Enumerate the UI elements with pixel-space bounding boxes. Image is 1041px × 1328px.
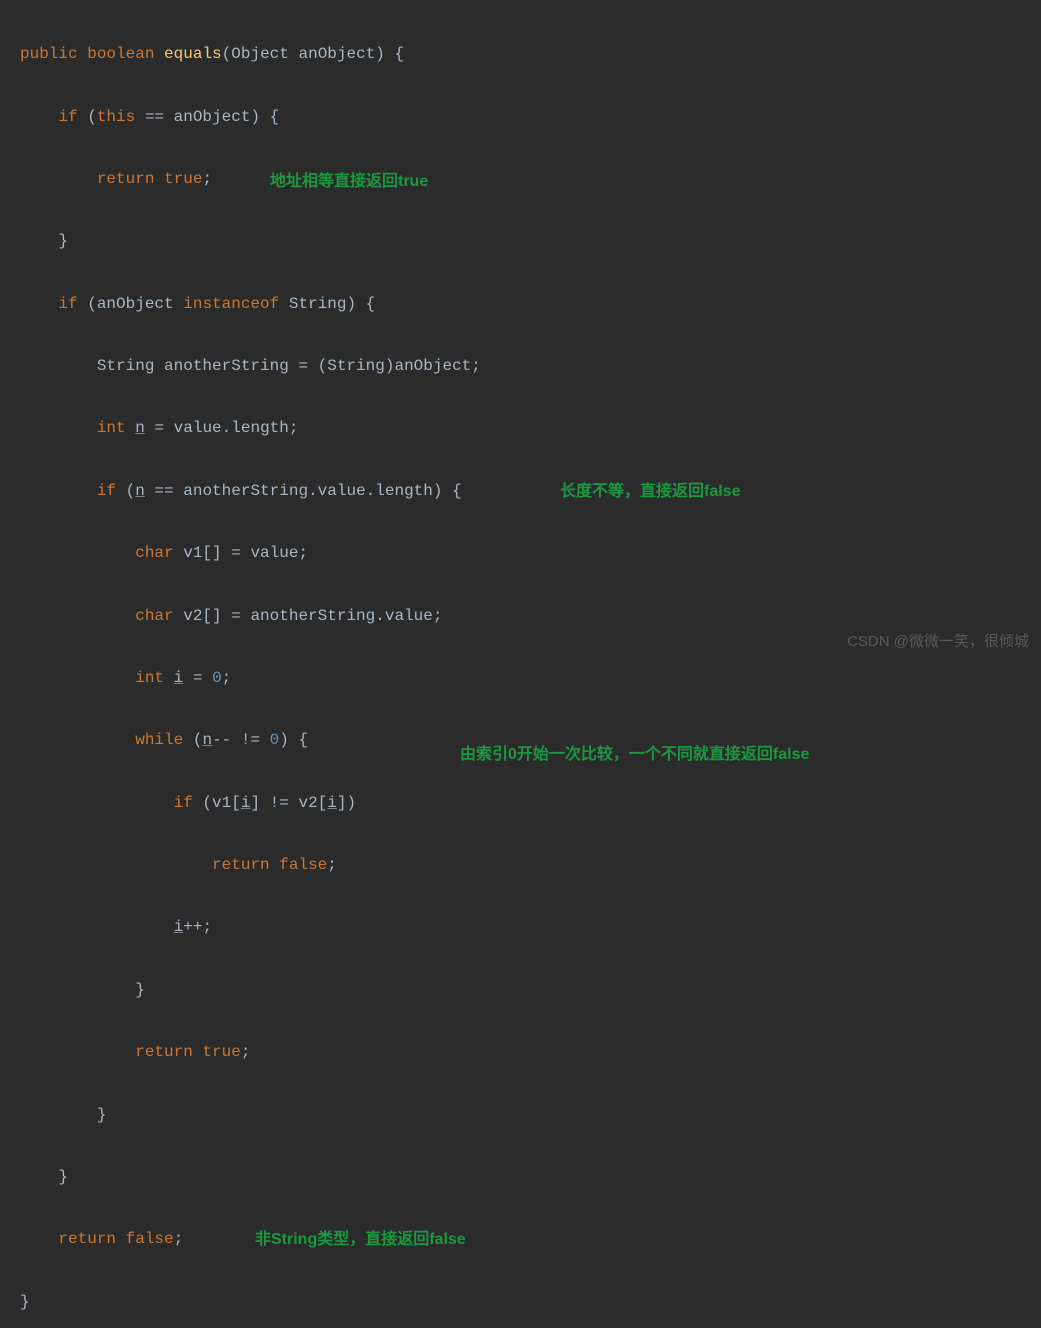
code-line: int n = value.length; — [20, 413, 1041, 444]
var-n: n — [135, 482, 145, 500]
code-line: while (n-- != 0) {由索引0开始一次比较，一个不同就直接返回fa… — [20, 725, 1041, 756]
keyword-if: if — [58, 108, 77, 126]
literal-true: true — [202, 1043, 240, 1061]
code-line: } — [20, 975, 1041, 1006]
keyword-return: return — [135, 1043, 193, 1061]
var-i: i — [174, 669, 184, 687]
keyword-char: char — [135, 544, 173, 562]
param-type: Object — [231, 45, 289, 63]
literal-false: false — [126, 1230, 174, 1248]
number-literal: 0 — [270, 731, 280, 749]
number-literal: 0 — [212, 669, 222, 687]
var-n: n — [202, 731, 212, 749]
keyword-return: return — [97, 170, 155, 188]
var-n: n — [135, 419, 145, 437]
keyword-instanceof: instanceof — [183, 295, 279, 313]
code-line: public boolean equals(Object anObject) { — [20, 39, 1041, 70]
var-i: i — [174, 918, 184, 936]
code-line: return true; — [20, 1037, 1041, 1068]
keyword-return: return — [212, 856, 270, 874]
code-line: return true;地址相等直接返回true — [20, 164, 1041, 195]
annotation-index-compare: 由索引0开始一次比较，一个不同就直接返回false — [460, 739, 809, 770]
code-line: return false; — [20, 850, 1041, 881]
code-line: } — [20, 1100, 1041, 1131]
keyword-return: return — [58, 1230, 116, 1248]
code-line: } — [20, 1287, 1041, 1318]
keyword-public: public — [20, 45, 78, 63]
param-name: anObject — [298, 45, 375, 63]
code-line: if (n == anotherString.value.length) {长度… — [20, 476, 1041, 507]
code-line: if (v1[i] != v2[i]) — [20, 788, 1041, 819]
code-line: if (anObject instanceof String) { — [20, 289, 1041, 320]
watermark: CSDN @微微一笑，很倾城 — [847, 627, 1029, 656]
literal-false: false — [279, 856, 327, 874]
code-line: String anotherString = (String)anObject; — [20, 351, 1041, 382]
code-line: if (this == anObject) { — [20, 102, 1041, 133]
literal-true: true — [164, 170, 202, 188]
keyword-boolean: boolean — [87, 45, 154, 63]
var-i: i — [241, 794, 251, 812]
keyword-int: int — [97, 419, 126, 437]
method-name: equals — [164, 45, 222, 63]
keyword-this: this — [97, 108, 135, 126]
keyword-if: if — [58, 295, 77, 313]
keyword-char: char — [135, 607, 173, 625]
code-line: char v1[] = value; — [20, 538, 1041, 569]
code-line: } — [20, 226, 1041, 257]
annotation-not-string: 非String类型，直接返回false — [255, 1224, 466, 1255]
code-line: i++; — [20, 912, 1041, 943]
code-line: } — [20, 1162, 1041, 1193]
code-editor: public boolean equals(Object anObject) {… — [0, 8, 1041, 1328]
annotation-length-unequal: 长度不等，直接返回false — [560, 476, 740, 507]
keyword-while: while — [135, 731, 183, 749]
keyword-if: if — [97, 482, 116, 500]
code-line: int i = 0; — [20, 663, 1041, 694]
keyword-if: if — [174, 794, 193, 812]
code-line: return false;非String类型，直接返回false — [20, 1224, 1041, 1255]
annotation-address-equal: 地址相等直接返回true — [270, 166, 428, 197]
var-i: i — [327, 794, 337, 812]
keyword-int: int — [135, 669, 164, 687]
